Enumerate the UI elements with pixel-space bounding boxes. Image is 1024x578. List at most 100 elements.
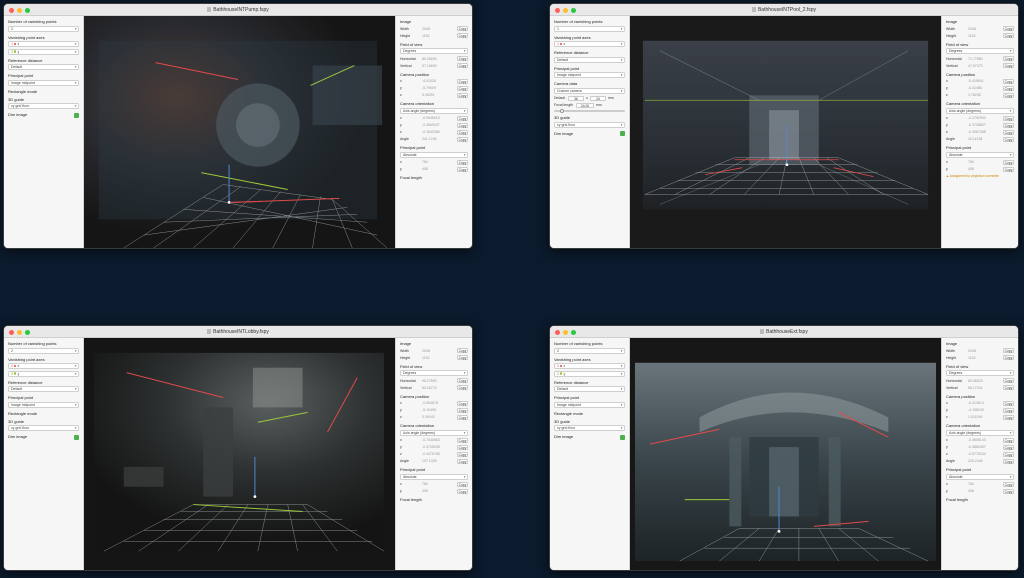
focal-slider[interactable] bbox=[554, 108, 625, 113]
copy-button[interactable]: Copy bbox=[457, 385, 468, 390]
guide-3d-select[interactable]: xy grid floor bbox=[8, 425, 79, 432]
copy-button[interactable]: Copy bbox=[1003, 115, 1014, 121]
zoom-window-button[interactable] bbox=[25, 7, 30, 13]
copy-button[interactable]: Copy bbox=[457, 122, 468, 128]
copy-button[interactable]: Copy bbox=[1003, 56, 1014, 61]
vp2-axis-select[interactable]: 2 y bbox=[8, 370, 79, 377]
close-window-button[interactable] bbox=[9, 329, 14, 335]
minimize-window-button[interactable] bbox=[17, 7, 22, 13]
image-viewport[interactable] bbox=[84, 338, 395, 570]
pp-mode-select[interactable]: Absolute bbox=[946, 151, 1014, 158]
copy-button[interactable]: Copy bbox=[457, 378, 468, 383]
copy-button[interactable]: Copy bbox=[1003, 92, 1014, 98]
copy-button[interactable]: Copy bbox=[1003, 122, 1014, 128]
copy-button[interactable]: Copy bbox=[457, 166, 468, 172]
copy-button[interactable]: Copy bbox=[457, 481, 468, 487]
copy-button[interactable]: Copy bbox=[1003, 78, 1014, 84]
principal-point-select[interactable]: Image midpoint bbox=[554, 72, 625, 79]
copy-button[interactable]: Copy bbox=[1003, 488, 1014, 494]
zoom-window-button[interactable] bbox=[25, 329, 30, 335]
copy-button[interactable]: Copy bbox=[1003, 407, 1014, 413]
copy-button[interactable]: Copy bbox=[457, 400, 468, 406]
pp-mode-select[interactable]: Absolute bbox=[400, 473, 468, 480]
ref-distance-select[interactable]: Default bbox=[8, 386, 79, 393]
vp1-axis-select[interactable]: 1 x bbox=[554, 41, 625, 48]
principal-point-select[interactable]: Image midpoint bbox=[8, 401, 79, 408]
copy-button[interactable]: Copy bbox=[1003, 400, 1014, 406]
copy-button[interactable]: Copy bbox=[1003, 481, 1014, 487]
vp1-axis-select[interactable]: 1 x bbox=[8, 363, 79, 370]
copy-button[interactable]: Copy bbox=[457, 451, 468, 457]
copy-button[interactable]: Copy bbox=[1003, 136, 1014, 142]
minimize-window-button[interactable] bbox=[563, 7, 568, 13]
minimize-window-button[interactable] bbox=[563, 329, 568, 335]
principal-point-select[interactable]: Image midpoint bbox=[8, 79, 79, 86]
fov-unit-select[interactable]: Degrees bbox=[946, 48, 1014, 55]
dim-image-checkbox[interactable] bbox=[620, 131, 625, 136]
num-vp-select[interactable]: 1 bbox=[554, 25, 625, 32]
copy-button[interactable]: Copy bbox=[1003, 85, 1014, 91]
title-bar[interactable]: BathhouseExt.fspy bbox=[550, 326, 1018, 338]
copy-button[interactable]: Copy bbox=[457, 85, 468, 91]
fov-unit-select[interactable]: Degrees bbox=[400, 48, 468, 55]
guide-3d-select[interactable]: xy grid floor bbox=[554, 121, 625, 128]
copy-button[interactable]: Copy bbox=[1003, 444, 1014, 450]
copy-button[interactable]: Copy bbox=[457, 115, 468, 121]
copy-button[interactable]: Copy bbox=[1003, 437, 1014, 443]
num-vp-select[interactable]: 2 bbox=[8, 25, 79, 32]
copy-button[interactable]: Copy bbox=[457, 159, 468, 165]
camera-data-select[interactable]: Custom camera bbox=[554, 87, 625, 94]
copy-button[interactable]: Copy bbox=[457, 63, 468, 68]
copy-button[interactable]: Copy bbox=[457, 444, 468, 450]
sensor-width-input[interactable]: 36 bbox=[568, 95, 584, 101]
copy-button[interactable]: Copy bbox=[1003, 451, 1014, 457]
close-window-button[interactable] bbox=[9, 7, 14, 13]
fov-unit-select[interactable]: Degrees bbox=[946, 370, 1014, 377]
copy-button[interactable]: Copy bbox=[457, 26, 468, 31]
copy-button[interactable]: Copy bbox=[457, 458, 468, 464]
guide-3d-select[interactable]: xy grid floor bbox=[8, 103, 79, 110]
image-viewport[interactable] bbox=[630, 16, 941, 248]
title-bar[interactable]: BathhouseINTLobby.fspy bbox=[4, 326, 472, 338]
copy-button[interactable]: Copy bbox=[457, 129, 468, 135]
dim-image-checkbox[interactable] bbox=[74, 434, 79, 440]
title-bar[interactable]: BathhouseINTPump.fspy bbox=[4, 4, 472, 16]
pp-mode-select[interactable]: Absolute bbox=[946, 473, 1014, 480]
copy-button[interactable]: Copy bbox=[457, 33, 468, 38]
copy-button[interactable]: Copy bbox=[457, 407, 468, 413]
minimize-window-button[interactable] bbox=[17, 329, 22, 335]
zoom-window-button[interactable] bbox=[571, 7, 576, 13]
ref-distance-select[interactable]: Default bbox=[554, 56, 625, 63]
orientation-mode-select[interactable]: Axis angle (degrees) bbox=[400, 107, 468, 114]
image-viewport[interactable] bbox=[84, 16, 395, 248]
copy-button[interactable]: Copy bbox=[1003, 26, 1014, 31]
orientation-mode-select[interactable]: Axis angle (degrees) bbox=[400, 429, 468, 436]
copy-button[interactable]: Copy bbox=[1003, 414, 1014, 420]
copy-button[interactable]: Copy bbox=[1003, 378, 1014, 383]
copy-button[interactable]: Copy bbox=[457, 92, 468, 98]
copy-button[interactable]: Copy bbox=[1003, 166, 1014, 172]
copy-button[interactable]: Copy bbox=[1003, 159, 1014, 165]
vp1-axis-select[interactable]: 1 x bbox=[554, 363, 625, 370]
copy-button[interactable]: Copy bbox=[1003, 385, 1014, 390]
pp-mode-select[interactable]: Absolute bbox=[400, 151, 468, 158]
copy-button[interactable]: Copy bbox=[457, 136, 468, 142]
copy-button[interactable]: Copy bbox=[1003, 33, 1014, 38]
vp1-axis-select[interactable]: 1 x bbox=[8, 41, 79, 48]
principal-point-select[interactable]: Image midpoint bbox=[554, 401, 625, 408]
copy-button[interactable]: Copy bbox=[457, 56, 468, 61]
num-vp-select[interactable]: 2 bbox=[8, 347, 79, 354]
vp2-axis-select[interactable]: 2 y bbox=[554, 370, 625, 377]
copy-button[interactable]: Copy bbox=[1003, 458, 1014, 464]
copy-button[interactable]: Copy bbox=[457, 78, 468, 84]
title-bar[interactable]: BathhouseINTPool_2.fspy bbox=[550, 4, 1018, 16]
orientation-mode-select[interactable]: Axis angle (degrees) bbox=[946, 429, 1014, 436]
image-viewport[interactable] bbox=[630, 338, 941, 570]
orientation-mode-select[interactable]: Axis angle (degrees) bbox=[946, 107, 1014, 114]
copy-button[interactable]: Copy bbox=[457, 355, 468, 360]
close-window-button[interactable] bbox=[555, 7, 560, 13]
copy-button[interactable]: Copy bbox=[457, 437, 468, 443]
guide-3d-select[interactable]: xy grid floor bbox=[554, 425, 625, 432]
copy-button[interactable]: Copy bbox=[457, 488, 468, 494]
copy-button[interactable]: Copy bbox=[457, 414, 468, 420]
